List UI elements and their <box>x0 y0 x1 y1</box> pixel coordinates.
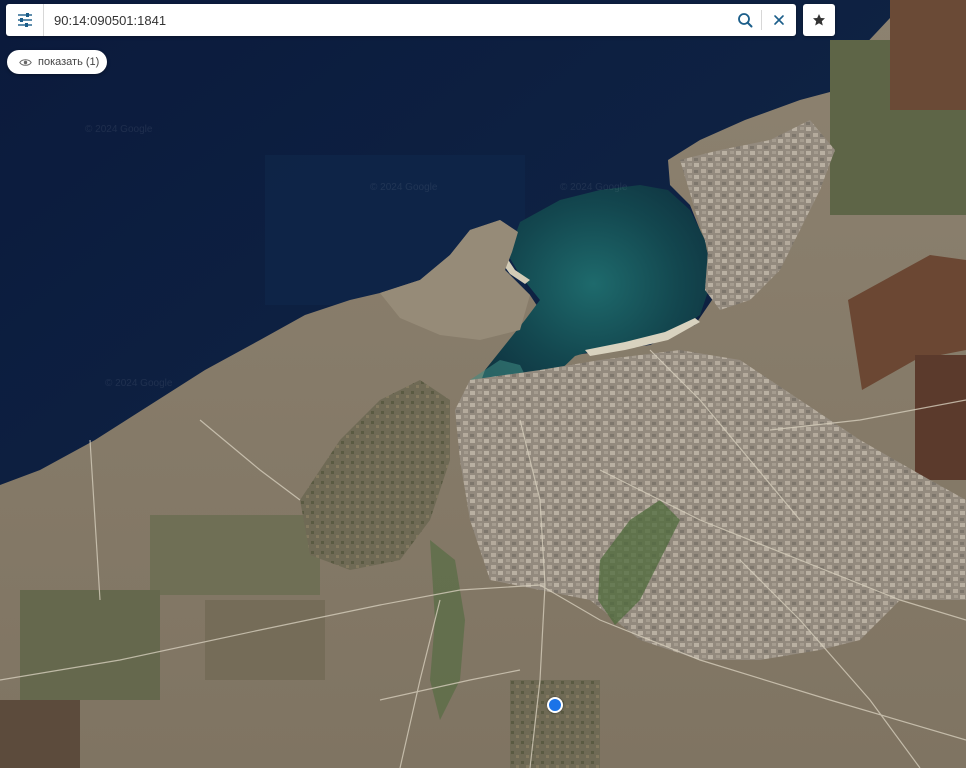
clear-button[interactable] <box>762 4 796 36</box>
close-icon <box>774 15 784 25</box>
map-watermark: © 2024 Google <box>370 182 438 193</box>
location-marker[interactable] <box>547 697 563 713</box>
field-5 <box>150 515 320 595</box>
map-watermark: © 2024 Google <box>560 182 628 193</box>
field-8 <box>0 700 80 768</box>
eye-icon <box>19 58 32 66</box>
search-bar <box>6 4 796 36</box>
show-button[interactable]: показать (1) <box>7 50 107 74</box>
favorite-button[interactable] <box>803 4 835 36</box>
field-7 <box>205 600 325 680</box>
field-2 <box>890 0 966 110</box>
field-4 <box>915 355 966 480</box>
star-icon <box>813 14 825 26</box>
show-label: показать (1) <box>38 56 100 68</box>
map-watermark: © 2024 Google <box>105 378 173 389</box>
search-input[interactable] <box>44 5 729 35</box>
field-6 <box>20 590 160 700</box>
map-watermark: © 2024 Google <box>85 124 153 135</box>
satellite-map[interactable]: © 2024 Google © 2024 Google © 2024 Googl… <box>0 0 966 768</box>
search-icon <box>738 13 753 28</box>
sliders-icon <box>17 13 32 27</box>
menu-button[interactable] <box>6 4 44 36</box>
suburb-south <box>510 680 600 768</box>
search-button[interactable] <box>729 4 761 36</box>
